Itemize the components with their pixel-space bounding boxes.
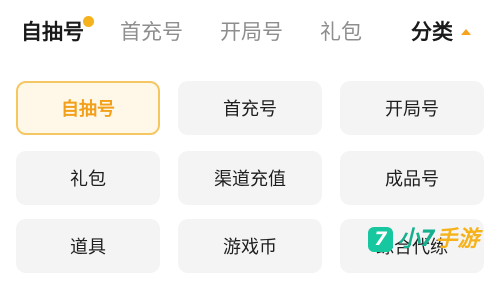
grid-item-gift-pack[interactable]: 礼包 xyxy=(16,151,160,205)
grid-item-channel-recharge[interactable]: 渠道充值 xyxy=(178,151,322,205)
watermark-logo-icon: 7 xyxy=(368,227,393,252)
watermark-text: 小7手游 xyxy=(398,227,480,252)
grid-item-first-charge[interactable]: 首充号 xyxy=(178,81,322,135)
grid-item-items[interactable]: 道具 xyxy=(16,219,160,273)
grid-item-finished-account[interactable]: 成品号 xyxy=(340,151,484,205)
watermark-logo: 7 小7手游 xyxy=(364,224,500,258)
grid-item-game-currency[interactable]: 游戏币 xyxy=(178,219,322,273)
grid-item-starter-account[interactable]: 开局号 xyxy=(340,81,484,135)
grid-item-self-draw[interactable]: 自抽号 xyxy=(16,81,160,135)
